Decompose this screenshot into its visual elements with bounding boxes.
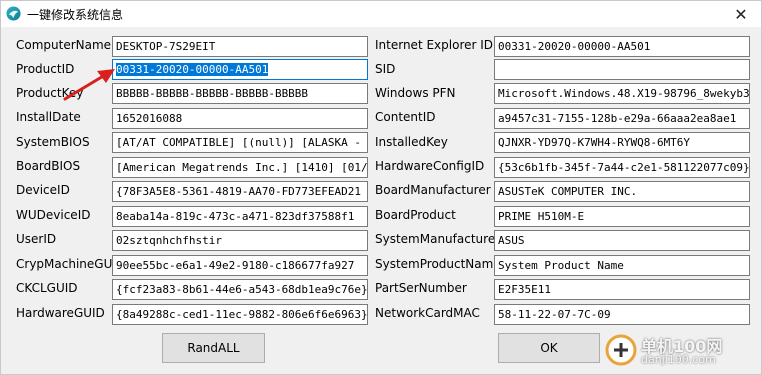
content-id-field[interactable]: a9457c31-7155-128b-e29a-66aaa2ea8ae1 bbox=[494, 108, 750, 129]
install-date-field[interactable]: 1652016088 bbox=[112, 108, 368, 129]
label-content-id: ContentID bbox=[375, 110, 436, 124]
cryp-machine-guid-field[interactable]: 90ee55bc-e6a1-49e2-9180-c186677fa927 bbox=[112, 255, 368, 276]
annotation-arrow-icon bbox=[63, 69, 115, 101]
sid-field[interactable] bbox=[494, 59, 750, 80]
installed-key-field[interactable]: QJNXR-YD97Q-K7WH4-RYWQ8-6MT6Y bbox=[494, 132, 750, 153]
close-icon: ✕ bbox=[734, 4, 748, 24]
user-id-field[interactable]: 02sztqnhchfhstir bbox=[112, 230, 368, 251]
label-ckcl-guid: CKCLGUID bbox=[16, 281, 78, 295]
board-manufacturer-field[interactable]: ASUSTeK COMPUTER INC. bbox=[494, 181, 750, 202]
part-ser-number-field[interactable]: E2F35E11 bbox=[494, 279, 750, 300]
dialog-window: 一键修改系统信息 ✕ ComputerName DESKTOP-7S29EIT … bbox=[0, 0, 762, 375]
label-sid: SID bbox=[375, 62, 396, 76]
app-icon bbox=[6, 6, 21, 21]
system-product-name-field[interactable]: System Product Name bbox=[494, 255, 750, 276]
ok-button[interactable]: OK bbox=[498, 333, 600, 363]
product-id-field[interactable]: 00331-20020-00000-AA501 bbox=[112, 59, 368, 80]
hardware-guid-field[interactable]: {8a49288c-ced1-11ec-9882-806e6f6e6963} bbox=[112, 304, 368, 325]
label-wu-device-id: WUDeviceID bbox=[16, 208, 91, 222]
label-hardware-config-id: HardwareConfigID bbox=[375, 159, 485, 173]
label-installed-key: InstalledKey bbox=[375, 135, 448, 149]
label-system-product-name: SystemProductName bbox=[375, 257, 501, 271]
ckcl-guid-field[interactable]: {fcf23a83-8b61-44e6-a543-68db1ea9c76e} bbox=[112, 279, 368, 300]
label-cryp-machine-guid: CrypMachineGUID bbox=[16, 257, 126, 271]
label-ie-id: Internet Explorer ID bbox=[375, 38, 494, 52]
ie-id-field[interactable]: 00331-20020-00000-AA501 bbox=[494, 36, 750, 57]
label-board-bios: BoardBIOS bbox=[16, 159, 81, 173]
label-board-manufacturer: BoardManufacturer bbox=[375, 183, 491, 197]
product-key-field[interactable]: BBBBB-BBBBB-BBBBB-BBBBB-BBBBB bbox=[112, 83, 368, 104]
label-system-manufacturer: SystemManufacturer bbox=[375, 232, 501, 246]
label-network-card-mac: NetworkCardMAC bbox=[375, 306, 480, 320]
selected-text: 00331-20020-00000-AA501 bbox=[116, 63, 269, 76]
label-hardware-guid: HardwareGUID bbox=[16, 306, 105, 320]
close-button[interactable]: ✕ bbox=[721, 1, 761, 27]
board-bios-field[interactable]: [American Megatrends Inc.] [1410] [01/28… bbox=[112, 157, 368, 178]
windows-pfn-field[interactable]: Microsoft.Windows.48.X19-98796_8wekyb3d bbox=[494, 83, 750, 104]
randall-button[interactable]: RandALL bbox=[162, 333, 265, 363]
window-title: 一键修改系统信息 bbox=[27, 8, 124, 22]
label-install-date: InstallDate bbox=[16, 110, 81, 124]
network-card-mac-field[interactable]: 58-11-22-07-7C-09 bbox=[494, 304, 750, 325]
title-bar[interactable]: 一键修改系统信息 ✕ bbox=[1, 1, 761, 27]
system-manufacturer-field[interactable]: ASUS bbox=[494, 230, 750, 251]
label-board-product: BoardProduct bbox=[375, 208, 456, 222]
label-device-id: DeviceID bbox=[16, 183, 70, 197]
label-user-id: UserID bbox=[16, 232, 57, 246]
label-computer-name: ComputerName bbox=[16, 38, 112, 52]
board-product-field[interactable]: PRIME H510M-E bbox=[494, 206, 750, 227]
computer-name-field[interactable]: DESKTOP-7S29EIT bbox=[112, 36, 368, 57]
hardware-config-id-field[interactable]: {53c6b1fb-345f-7a44-c2e1-581122077c09} bbox=[494, 157, 750, 178]
wu-device-id-field[interactable]: 8eaba14a-819c-473c-a471-823df37588f1 bbox=[112, 206, 368, 227]
watermark: 单机100网 danji100.com bbox=[605, 330, 755, 370]
label-system-bios: SystemBIOS bbox=[16, 135, 90, 149]
device-id-field[interactable]: {78F3A5E8-5361-4819-AA70-FD773EFEAD21 bbox=[112, 181, 368, 202]
system-bios-field[interactable]: [AT/AT COMPATIBLE] [(null)] [ALASKA - 10… bbox=[112, 132, 368, 153]
label-windows-pfn: Windows PFN bbox=[375, 86, 456, 100]
watermark-text-url: danji100.com bbox=[641, 353, 716, 366]
watermark-logo-icon bbox=[605, 334, 637, 366]
label-part-ser-number: PartSerNumber bbox=[375, 281, 467, 295]
